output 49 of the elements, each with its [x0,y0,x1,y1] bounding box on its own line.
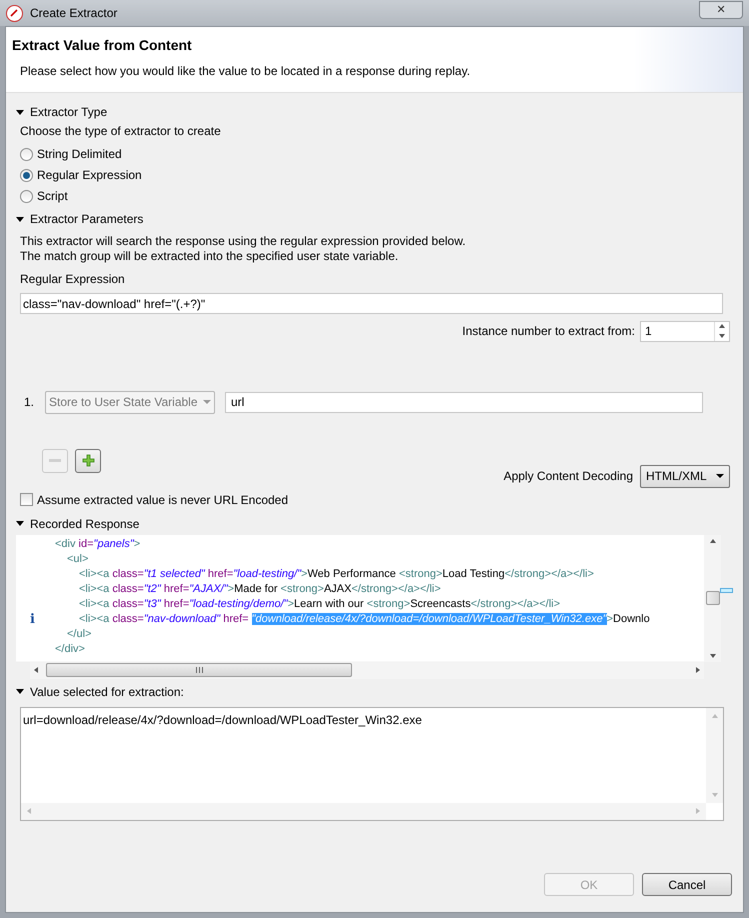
close-button[interactable]: ✕ [699,1,743,19]
regex-field[interactable]: class="nav-download" href="(.+?)" [20,293,723,314]
expand-toggle-icon[interactable] [16,521,24,526]
radio-button[interactable] [20,148,33,160]
section-description: This extractor will search the response using the regular expression provided below. [20,234,467,249]
variable-field[interactable]: url [225,392,703,412]
section-heading[interactable]: Recorded Response [30,514,140,532]
radio-label[interactable]: Regular Expression [37,166,142,184]
code-line: <li><a class="t1 selected" href="load-testing/">Web Performance <strong>Load Testing</strong></a></li> [78,566,594,582]
header-description: Please select how you would like the value to be located in a response during replay. [20,63,472,80]
value-text-area[interactable]: url=download/release/4x/?download=/download/WPLoadTester_Win32.exe [20,706,724,820]
add-button[interactable] [75,448,101,472]
dialog-button[interactable]: Cancel [642,873,732,896]
code-line: <div id="panels"> [54,536,140,552]
window-title: Create Extractor [30,5,118,22]
grip-icon [196,667,202,673]
section-description: The match group will be extracted into the specified user state variable. [20,249,400,264]
code-line: <li><a class="nav-download" href= "download/release/4x/?download=/download/WPLoadTester_Win32.exe">Downlo [78,612,650,626]
plus-icon [82,454,94,467]
code-line: <li><a class="t3" href="load-testing/demo/">Learn with our <strong>Screencasts</strong></a></li> [78,596,560,612]
decoding-dropdown[interactable]: HTML/XML [640,464,730,488]
checkbox-label[interactable]: Assume extracted value is never URL Encoded [37,490,288,508]
app-logo-icon [6,4,23,22]
group-number: 1. [24,394,36,411]
radio-button[interactable] [20,190,33,202]
header-title: Extract Value from Content [12,36,193,55]
instance-spinner[interactable]: 1 [640,320,730,342]
expand-toggle-icon[interactable] [16,110,24,114]
field-label: Apply Content Decoding [504,468,633,485]
field-label: Regular Expression [20,271,126,288]
code-line: </ul> [66,626,92,642]
radio-button[interactable] [20,168,33,182]
field-label: Instance number to extract from: [462,323,635,340]
code-line: <ul> [66,552,88,566]
info-marker-icon: i [30,612,35,626]
horizontal-scrollbar[interactable] [30,662,704,678]
vertical-scrollbar[interactable] [704,534,721,662]
code-line: </div> [54,642,85,656]
expand-toggle-icon[interactable] [16,216,24,222]
section-heading[interactable]: Value selected for extraction: [30,682,184,700]
checkbox[interactable] [20,493,33,506]
code-line: <li><a class="t2" href="AJAX/">Made for <strong>AJAX</strong></a></li> [78,582,441,596]
position-marker-icon [720,588,733,592]
section-heading[interactable]: Extractor Type [30,103,108,121]
radio-label[interactable]: Script [37,187,68,205]
radio-label[interactable]: String Delimited [37,145,122,163]
section-hint: Choose the type of extractor to create [20,123,222,140]
expand-toggle-icon[interactable] [16,689,24,694]
section-heading[interactable]: Extractor Parameters [30,210,144,228]
